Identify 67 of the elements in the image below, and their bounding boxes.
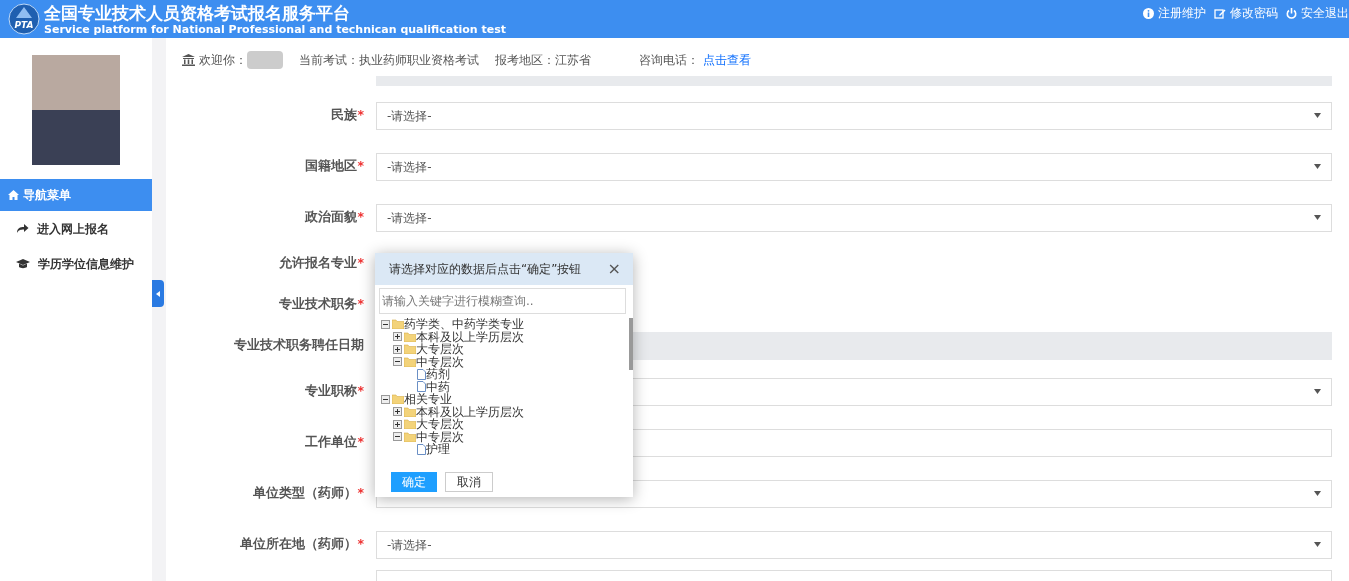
exam-info: 当前考试：执业药师职业资格考试: [299, 52, 479, 69]
tree-node[interactable]: 中专层次: [393, 355, 633, 368]
info-icon: [1143, 7, 1154, 19]
folder-icon: [392, 394, 404, 405]
collapse-handle[interactable]: [152, 280, 164, 307]
document-icon: [417, 368, 426, 380]
folder-icon: [404, 331, 416, 342]
sidebar-item[interactable]: 学历学位信息维护: [0, 246, 152, 281]
input-field[interactable]: [376, 570, 1332, 581]
caret-down-icon: [1314, 491, 1321, 496]
select-field[interactable]: -请选择-: [376, 530, 1332, 559]
select-field[interactable]: -请选择-: [376, 203, 1332, 232]
tree-node[interactable]: 本科及以上学历层次: [393, 330, 633, 343]
home-icon: [8, 190, 19, 200]
caret-down-icon: [1314, 113, 1321, 118]
field-label: 单位类型（药师）*: [252, 484, 365, 503]
phone-link[interactable]: 点击查看: [703, 51, 751, 69]
dialog-button[interactable]: 取消: [445, 472, 493, 492]
site-title: 全国专业技术人员资格考试报名服务平台: [44, 2, 351, 23]
graduation-cap-icon: [16, 258, 30, 269]
caret-icon: [156, 290, 160, 297]
field-label: 专业技术职务*: [278, 295, 365, 314]
select-field[interactable]: -请选择-: [376, 152, 1332, 181]
tree-node[interactable]: 中药: [405, 380, 633, 393]
field-label: 专业职称*: [304, 382, 365, 401]
tree-node[interactable]: 中专层次: [393, 430, 633, 443]
tree-node[interactable]: 药剂: [405, 368, 633, 381]
search-field[interactable]: 请输入关键字进行模糊查询..: [379, 288, 626, 314]
tree-node[interactable]: 大专层次: [393, 343, 633, 356]
folder-icon: [404, 431, 416, 442]
field-label: 允许报名专业*: [278, 254, 365, 273]
sidebar-item[interactable]: 进入网上报名: [0, 211, 152, 246]
scrollbar-thumb[interactable]: [629, 318, 633, 370]
welcome-text: 欢迎你：: [199, 52, 247, 69]
select-field[interactable]: -请选择-: [376, 101, 1332, 130]
folder-icon: [404, 419, 416, 430]
tree-node[interactable]: 大专层次: [393, 418, 633, 431]
folder-icon: [404, 356, 416, 367]
dialog-title: 请选择对应的数据后点击“确定”按钮: [389, 261, 582, 278]
close-button[interactable]: ×: [595, 257, 633, 281]
document-icon: [417, 443, 426, 455]
region-info: 报考地区：江苏省: [495, 52, 591, 69]
field-label: 工作单位*: [304, 433, 365, 452]
caret-down-icon: [1314, 164, 1321, 169]
menu-title: 导航菜单: [23, 187, 71, 204]
tree-node[interactable]: 药学类、中药学类专业: [381, 318, 633, 331]
name-placeholder: [247, 51, 283, 69]
field-label: 政治面貌*: [304, 208, 365, 227]
field-label: 民族*: [330, 106, 365, 125]
document-icon: [417, 381, 426, 393]
arrow-icon: [16, 223, 29, 234]
site-subtitle: Service platform for National Professional and technican qualification test: [44, 22, 507, 36]
tree-node[interactable]: 护理: [405, 443, 633, 456]
logo-icon: PTA: [8, 3, 40, 35]
bank-icon: [182, 54, 195, 66]
tree-node[interactable]: 相关专业: [381, 393, 633, 406]
caret-down-icon: [1314, 215, 1321, 220]
caret-down-icon: [1314, 389, 1321, 394]
field-label: 国籍地区*: [304, 157, 365, 176]
caret-down-icon: [1314, 542, 1321, 547]
field-label: 单位所在地（药师）*: [239, 535, 365, 554]
folder-icon: [404, 344, 416, 355]
edit-icon: [1214, 7, 1226, 19]
phone-label: 咨询电话：: [639, 52, 699, 69]
tree-node[interactable]: 本科及以上学历层次: [393, 405, 633, 418]
power-icon: [1286, 7, 1297, 19]
field-label: 专业技术职务聘任日期: [233, 336, 365, 355]
